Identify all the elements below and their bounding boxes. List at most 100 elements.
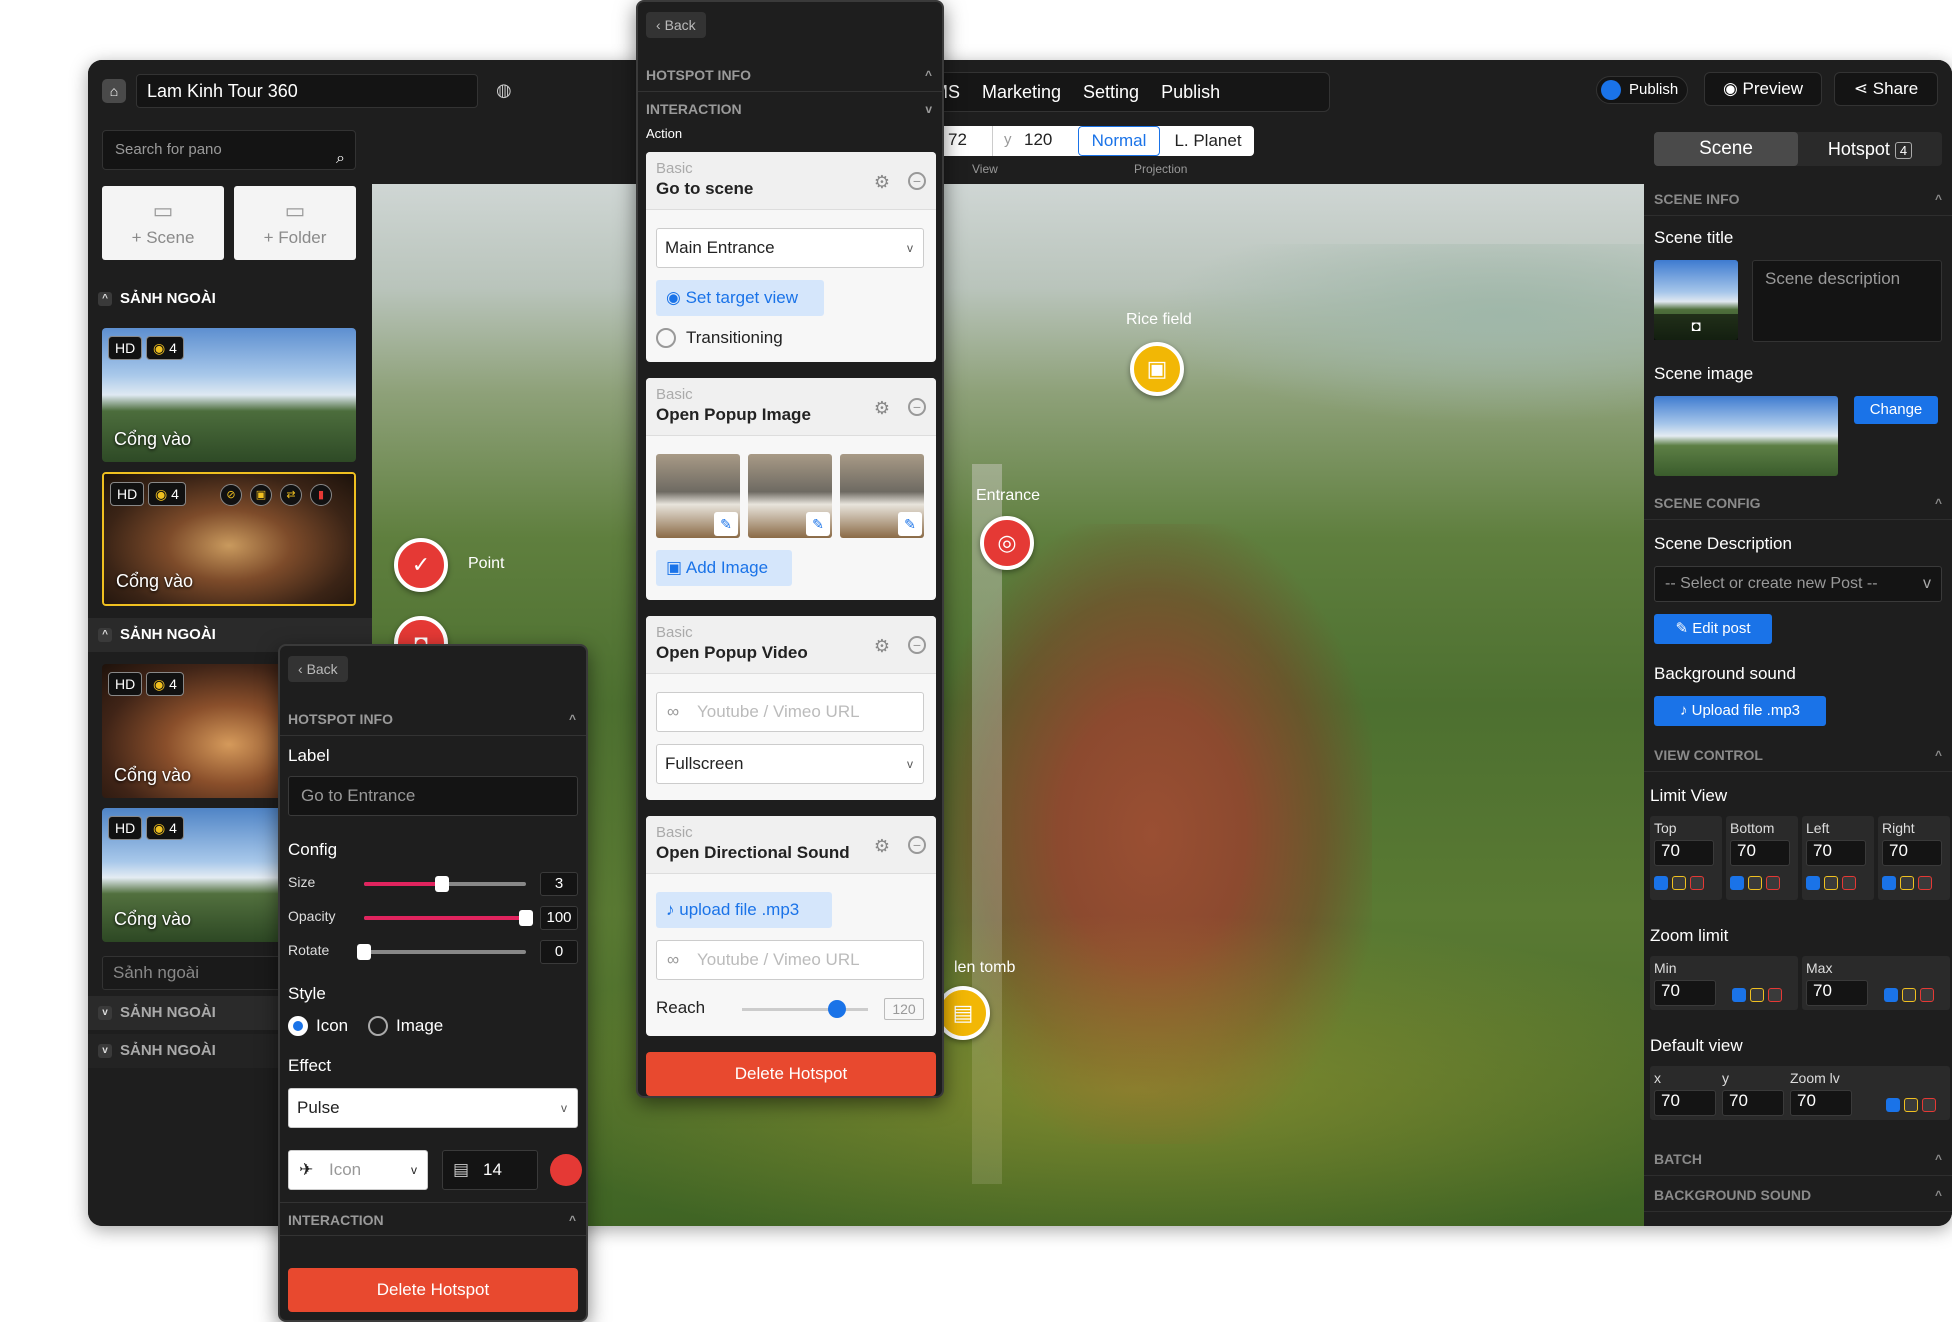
reset-icon[interactable] bbox=[1900, 876, 1914, 890]
hotspot-info-header[interactable]: HOTSPOT INFO ^ bbox=[280, 702, 586, 736]
chevron-up-icon[interactable]: ^ bbox=[1935, 486, 1942, 520]
close-icon[interactable] bbox=[1766, 876, 1780, 890]
share-button[interactable]: ⋖ Share bbox=[1834, 72, 1938, 106]
gear-icon[interactable]: ⚙ bbox=[874, 836, 890, 857]
search-icon[interactable]: ⌕ bbox=[336, 140, 345, 178]
gear-icon[interactable]: ⚙ bbox=[874, 172, 890, 193]
sound-url-input[interactable]: ∞ Youtube / Vimeo URL bbox=[656, 940, 924, 980]
style-icon-radio[interactable] bbox=[288, 1016, 308, 1036]
set-target-view-button[interactable]: ◉ Set target view bbox=[656, 280, 824, 316]
delete-icon[interactable]: ▮ bbox=[310, 484, 332, 506]
icon-select[interactable]: ✈ Icon v bbox=[288, 1150, 428, 1190]
size-input[interactable]: 3 bbox=[540, 872, 578, 896]
reach-slider[interactable] bbox=[742, 1000, 868, 1018]
chevron-up-icon[interactable]: ^ bbox=[569, 1203, 576, 1237]
opacity-slider-knob[interactable] bbox=[519, 910, 533, 926]
size-slider-knob[interactable] bbox=[434, 876, 449, 892]
hide-icon[interactable]: ⊘ bbox=[220, 484, 242, 506]
reset-icon[interactable] bbox=[1904, 1098, 1918, 1112]
pencil-icon[interactable]: ✎ bbox=[714, 512, 738, 536]
chevron-up-icon[interactable]: ^ bbox=[98, 292, 112, 306]
close-icon[interactable] bbox=[1922, 1098, 1936, 1112]
default-y-input[interactable]: 70 bbox=[1722, 1090, 1784, 1116]
icon-size-input[interactable]: ▤ 14 bbox=[442, 1150, 538, 1190]
replace-icon[interactable]: ⇄ bbox=[280, 484, 302, 506]
delete-hotspot-button[interactable]: Delete Hotspot bbox=[288, 1268, 578, 1312]
check-icon[interactable] bbox=[1806, 876, 1820, 890]
upload-mp3-button[interactable]: ♪ Upload file .mp3 bbox=[1654, 696, 1826, 726]
tour-title-input[interactable]: Lam Kinh Tour 360 bbox=[136, 74, 478, 108]
chevron-up-icon[interactable]: ^ bbox=[1935, 1178, 1942, 1212]
default-x-input[interactable]: 70 bbox=[1654, 1090, 1716, 1116]
close-icon[interactable] bbox=[1918, 876, 1932, 890]
check-icon[interactable] bbox=[1732, 988, 1746, 1002]
close-icon[interactable] bbox=[1768, 988, 1782, 1002]
close-icon[interactable] bbox=[1842, 876, 1856, 890]
chevron-up-icon[interactable]: ^ bbox=[1935, 1142, 1942, 1176]
pano-search-input[interactable]: Search for pano ⌕ bbox=[102, 130, 356, 170]
move-folder-icon[interactable]: ▣ bbox=[250, 484, 272, 506]
point-marker[interactable]: ✓ bbox=[394, 538, 448, 592]
reach-slider-knob[interactable] bbox=[827, 1000, 846, 1018]
scene-card-selected[interactable]: HD ◉ 4 ⊘ ▣ ⇄ ▮ Cổng vào bbox=[102, 472, 356, 606]
popup-image-thumb[interactable]: ✎ bbox=[656, 454, 740, 538]
back-button[interactable]: ‹ Back bbox=[288, 656, 348, 682]
batch-header[interactable]: BATCH ^ bbox=[1644, 1142, 1952, 1176]
rotate-slider[interactable] bbox=[357, 944, 526, 960]
hotspot-info-header[interactable]: HOTSPOT INFO ^ bbox=[638, 58, 942, 92]
remove-icon[interactable]: − bbox=[908, 398, 926, 416]
chevron-up-icon[interactable]: ^ bbox=[569, 702, 576, 736]
scene-description-input[interactable]: Scene description bbox=[1752, 260, 1942, 342]
projection-normal[interactable]: Normal bbox=[1078, 126, 1160, 156]
scene-info-header[interactable]: SCENE INFO ^ bbox=[1644, 182, 1952, 216]
interaction-header[interactable]: INTERACTION v bbox=[638, 92, 942, 126]
limit-input[interactable]: 70 bbox=[1654, 840, 1714, 866]
chevron-down-icon[interactable]: v bbox=[925, 92, 932, 126]
projection-little-planet[interactable]: L. Planet bbox=[1162, 126, 1254, 156]
camera-icon[interactable]: ◘ bbox=[1654, 314, 1738, 340]
entrance-marker[interactable]: ◎ bbox=[980, 516, 1034, 570]
chevron-up-icon[interactable]: ^ bbox=[1935, 182, 1942, 216]
limit-input[interactable]: 70 bbox=[1882, 840, 1942, 866]
zoom-min-input[interactable]: 70 bbox=[1654, 980, 1716, 1006]
delete-hotspot-button[interactable]: Delete Hotspot bbox=[646, 1052, 936, 1096]
rotate-input[interactable]: 0 bbox=[540, 940, 578, 964]
group-header[interactable]: ^ SẢNH NGOÀI bbox=[88, 282, 372, 316]
opacity-slider[interactable] bbox=[364, 910, 533, 926]
chevron-up-icon[interactable]: ^ bbox=[925, 58, 932, 92]
zoom-max-input[interactable]: 70 bbox=[1806, 980, 1868, 1006]
reset-icon[interactable] bbox=[1672, 876, 1686, 890]
tab-hotspot[interactable]: Hotspot 4 bbox=[1798, 132, 1942, 166]
menu-marketing[interactable]: Marketing bbox=[982, 82, 1061, 103]
size-slider[interactable] bbox=[364, 876, 526, 892]
pencil-icon[interactable]: ✎ bbox=[806, 512, 830, 536]
tab-scene[interactable]: Scene bbox=[1654, 132, 1798, 166]
menu-publish[interactable]: Publish bbox=[1161, 82, 1220, 103]
chevron-up-icon[interactable]: ^ bbox=[1935, 738, 1942, 772]
reset-icon[interactable] bbox=[1750, 988, 1764, 1002]
default-zoom-input[interactable]: 70 bbox=[1790, 1090, 1852, 1116]
view-control-header[interactable]: VIEW CONTROL ^ bbox=[1644, 738, 1952, 772]
edit-post-button[interactable]: ✎ Edit post bbox=[1654, 614, 1772, 644]
effect-select[interactable]: Pulse v bbox=[288, 1088, 578, 1128]
interaction-header[interactable]: INTERACTION ^ bbox=[280, 1202, 586, 1236]
rotate-slider-knob[interactable] bbox=[357, 944, 371, 960]
background-sound-header[interactable]: BACKGROUND SOUND ^ bbox=[1644, 1178, 1952, 1212]
add-folder-button[interactable]: ▭ + Folder bbox=[234, 186, 356, 260]
video-url-input[interactable]: ∞ Youtube / Vimeo URL bbox=[656, 692, 924, 732]
remove-icon[interactable]: − bbox=[908, 836, 926, 854]
color-picker-swatch[interactable] bbox=[550, 1154, 582, 1186]
globe-icon[interactable]: ◍ bbox=[496, 80, 518, 102]
chevron-down-icon[interactable]: v bbox=[98, 1006, 112, 1020]
transitioning-radio[interactable] bbox=[656, 328, 676, 348]
hotspot-label-input[interactable]: Go to Entrance bbox=[288, 776, 578, 816]
add-scene-button[interactable]: ▭ + Scene bbox=[102, 186, 224, 260]
chevron-down-icon[interactable]: v bbox=[98, 1044, 112, 1058]
menu-setting[interactable]: Setting bbox=[1083, 82, 1139, 103]
reset-icon[interactable] bbox=[1824, 876, 1838, 890]
publish-toggle[interactable]: Publish bbox=[1596, 76, 1688, 104]
check-icon[interactable] bbox=[1886, 1098, 1900, 1112]
reset-icon[interactable] bbox=[1902, 988, 1916, 1002]
rice-field-marker[interactable]: ▣ bbox=[1130, 342, 1184, 396]
gear-icon[interactable]: ⚙ bbox=[874, 398, 890, 419]
